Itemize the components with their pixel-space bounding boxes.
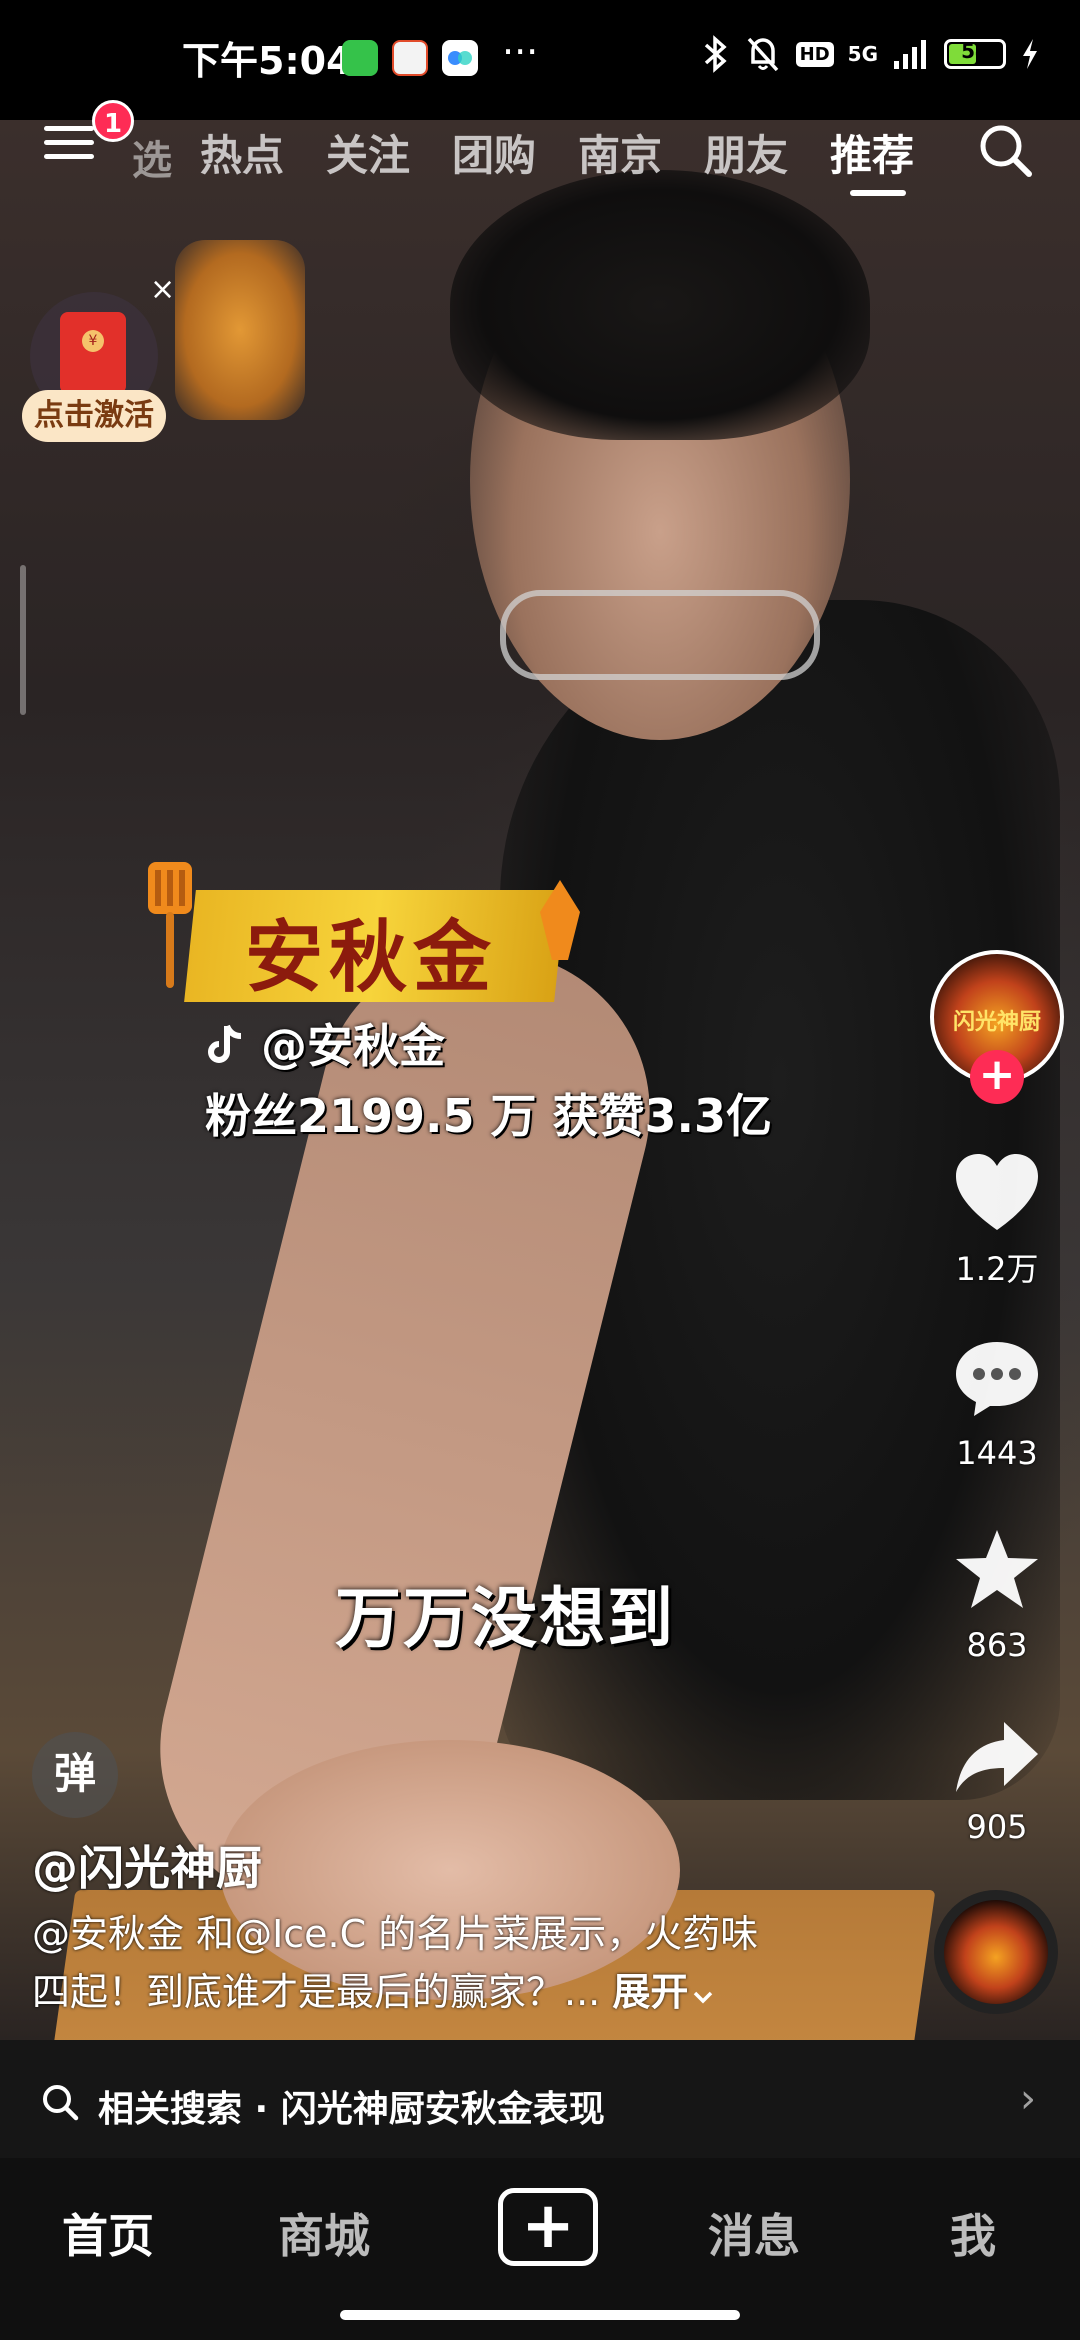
share-arrow-icon[interactable]: [952, 1714, 1042, 1800]
follow-button[interactable]: +: [970, 1050, 1024, 1104]
signal-icon: [894, 40, 926, 69]
menu-badge: 1: [92, 100, 134, 142]
nav-mall[interactable]: 商城: [278, 2200, 370, 2266]
background-lamp: [175, 240, 305, 420]
related-search-text[interactable]: 相关搜索 · 闪光神厨安秋金表现: [98, 2080, 605, 2132]
comment-count: 1443: [956, 1434, 1038, 1472]
description-line-2-text: 四起！到底谁才是最后的赢家？...: [32, 1970, 601, 2014]
favorite-star-icon[interactable]: [952, 1526, 1042, 1612]
danmaku-toggle-button[interactable]: 弹: [32, 1732, 118, 1818]
avatar-logo-text: 闪光神厨: [952, 1010, 1041, 1035]
tab-truncated[interactable]: 选: [132, 128, 172, 186]
video-description[interactable]: @安秋金 和@Ice.C 的名片菜展示，火药味 四起！到底谁才是最后的赢家？..…: [32, 1905, 832, 2021]
comment-icon[interactable]: [952, 1336, 1042, 1422]
tab-recommended[interactable]: 推荐: [830, 122, 914, 183]
more-notifications-icon: ···: [502, 30, 539, 74]
status-time: 下午5:04: [182, 39, 353, 83]
video-subtitle: 万万没想到: [335, 1580, 675, 1657]
red-envelope-icon: [60, 312, 126, 394]
author-name[interactable]: @闪光神厨: [32, 1832, 262, 1898]
network-type: 5G: [847, 42, 878, 66]
red-packet-close-icon[interactable]: ×: [150, 272, 175, 307]
like-count: 1.2万: [955, 1250, 1039, 1288]
share-count: 905: [966, 1808, 1028, 1846]
battery-icon: 54: [944, 39, 1006, 69]
charging-icon: [1023, 39, 1037, 69]
favorite-count: 863: [966, 1626, 1028, 1664]
mute-bell-icon: [747, 37, 778, 72]
expand-link[interactable]: 展开: [612, 1970, 688, 2014]
status-right: HD 5G 54: [702, 34, 1040, 74]
music-disc-icon[interactable]: [934, 1890, 1058, 2014]
tab-group-buy[interactable]: 团购: [452, 122, 536, 183]
search-icon[interactable]: [975, 120, 1035, 180]
nav-home[interactable]: 首页: [62, 2200, 154, 2266]
description-line-2: 四起！到底谁才是最后的赢家？... 展开: [32, 1963, 832, 2021]
description-line-1: @安秋金 和@Ice.C 的名片菜展示，火药味: [32, 1912, 759, 1956]
overlay-tiktok-line: @安秋金: [205, 1010, 445, 1076]
video-person-glasses: [500, 590, 820, 680]
58-app-icon: [392, 40, 428, 76]
tab-nanjing[interactable]: 南京: [578, 122, 662, 183]
side-scroll-indicator: [20, 565, 26, 715]
status-bar: 下午5:04 ··· HD 5G 54: [0, 0, 1080, 120]
like-heart-icon[interactable]: [952, 1150, 1042, 1236]
create-post-button[interactable]: +: [498, 2188, 598, 2266]
red-packet-activate-button[interactable]: 点击激活: [22, 390, 166, 442]
chevron-down-icon: [694, 1991, 713, 2004]
nav-me[interactable]: 我: [950, 2200, 996, 2266]
douyin-logo-icon: [208, 1024, 242, 1063]
wechat-icon: [342, 40, 378, 76]
home-indicator: [340, 2310, 740, 2320]
battery-text: 54: [961, 39, 989, 63]
nav-messages[interactable]: 消息: [708, 2200, 800, 2266]
related-search-arrow-icon[interactable]: ›: [1020, 2076, 1036, 2122]
overlay-fans-line: 粉丝2199.5 万 获赞3.3亿: [205, 1089, 773, 1143]
related-search-icon: [43, 2085, 79, 2121]
tab-hot[interactable]: 热点: [200, 122, 284, 183]
bluetooth-icon: [704, 35, 727, 73]
hd-icon: HD: [795, 41, 834, 67]
active-tab-indicator: [850, 190, 906, 196]
tab-friends[interactable]: 朋友: [704, 122, 788, 183]
tab-following[interactable]: 关注: [326, 122, 410, 183]
overlay-tiktok-handle: @安秋金: [261, 1019, 446, 1073]
baidu-netdisk-icon: [442, 40, 478, 76]
menu-icon[interactable]: [44, 126, 94, 166]
name-plate-text: 安秋金: [245, 913, 498, 1003]
